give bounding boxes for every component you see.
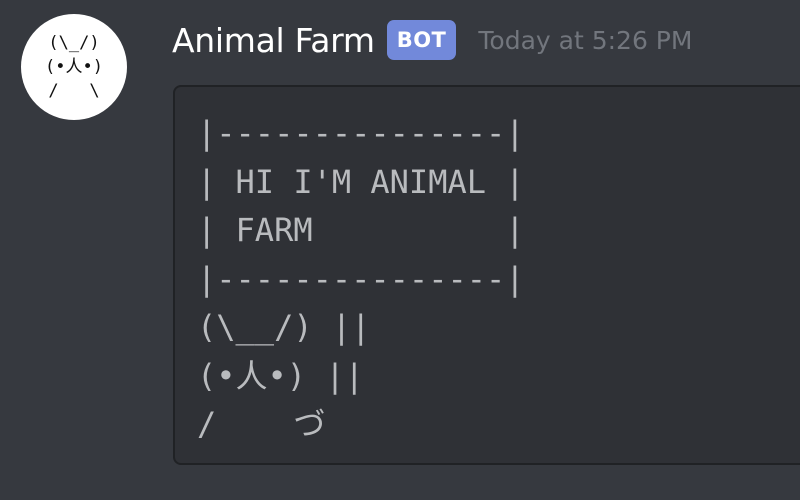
message-timestamp[interactable]: Today at 5:26 PM [478, 26, 692, 55]
avatar[interactable]: (\_/) (•人•) / \ [21, 14, 127, 120]
code-block-content: |---------------| | HI I'M ANIMAL | | FA… [197, 114, 525, 443]
code-block[interactable]: |---------------| | HI I'M ANIMAL | | FA… [173, 85, 800, 465]
chat-message: (\_/) (•人•) / \ Animal Farm BOT Today at… [0, 0, 800, 500]
message-header: Animal Farm BOT Today at 5:26 PM [172, 14, 692, 66]
author-name[interactable]: Animal Farm [172, 21, 375, 60]
rabbit-avatar-icon: (\_/) (•人•) / \ [45, 33, 103, 101]
bot-badge: BOT [386, 20, 457, 60]
